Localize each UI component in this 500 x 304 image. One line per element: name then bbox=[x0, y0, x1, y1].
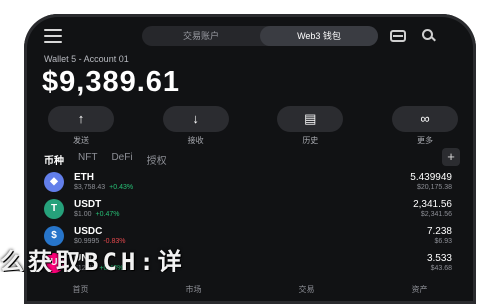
history-button[interactable]: ▤ 历史 bbox=[277, 106, 344, 146]
asset-symbol: ETH bbox=[74, 172, 94, 183]
asset-price: $3,758.43 bbox=[74, 184, 106, 191]
history-icon: ▤ bbox=[277, 106, 344, 132]
tab-web3-wallet[interactable]: Web3 钱包 bbox=[260, 26, 378, 46]
asset-tabs: 币种 NFT DeFi 授权 bbox=[44, 152, 167, 167]
tab-trading-account[interactable]: 交易账户 bbox=[142, 26, 260, 46]
arrow-down-icon: ↓ bbox=[162, 106, 229, 132]
nav-home[interactable]: 首页 bbox=[73, 284, 89, 295]
more-icon: ∞ bbox=[391, 106, 458, 132]
tab-nft[interactable]: NFT bbox=[78, 152, 97, 167]
arrow-up-icon: ↑ bbox=[48, 106, 114, 132]
list-item[interactable]: T USDT $1.00 +0.47% 2,341.56 $2,341.56 bbox=[24, 197, 476, 223]
nav-trade[interactable]: 交易 bbox=[299, 284, 315, 295]
history-label: 历史 bbox=[302, 136, 319, 145]
asset-amount: 7.238 bbox=[426, 226, 452, 237]
asset-symbol: USDT bbox=[74, 199, 102, 210]
eth-coin-icon: ◆ bbox=[44, 172, 64, 192]
asset-price: $1.00 bbox=[74, 211, 92, 218]
asset-amount: 5.439949 bbox=[410, 172, 452, 183]
more-label: 更多 bbox=[416, 136, 433, 145]
asset-usd-value: $2,341.56 bbox=[420, 211, 452, 218]
asset-change: +0.43% bbox=[109, 184, 134, 191]
total-balance: $9,389.61 bbox=[42, 66, 181, 98]
asset-symbol: USDC bbox=[74, 226, 103, 237]
tab-approvals[interactable]: 授权 bbox=[147, 152, 167, 167]
send-label: 发送 bbox=[73, 136, 89, 145]
asset-price-line: $1.00 +0.47% bbox=[74, 211, 119, 218]
send-button[interactable]: ↑ 发送 bbox=[48, 106, 114, 146]
tab-defi[interactable]: DeFi bbox=[111, 152, 132, 167]
menu-icon[interactable] bbox=[44, 29, 62, 43]
tab-tokens[interactable]: 币种 bbox=[44, 152, 64, 167]
top-bar: 交易账户 Web3 钱包 bbox=[24, 26, 476, 48]
list-item[interactable]: ◆ ETH $3,758.43 +0.43% 5.439949 $20,175.3… bbox=[24, 170, 476, 196]
account-type-switch: 交易账户 Web3 钱包 bbox=[142, 26, 378, 46]
wallet-selector[interactable]: Wallet 5 - Account 01 bbox=[44, 54, 129, 64]
scan-icon[interactable] bbox=[390, 28, 408, 44]
nav-market[interactable]: 市场 bbox=[186, 284, 202, 295]
search-icon[interactable] bbox=[420, 28, 438, 44]
caption-overlay: 么获取BCH:详 bbox=[0, 248, 186, 272]
action-bar: ↑ 发送 ↓ 接收 ▤ 历史 ∞ 更多 bbox=[48, 106, 458, 146]
asset-price-line: $3,758.43 +0.43% bbox=[74, 184, 133, 191]
receive-button[interactable]: ↓ 接收 bbox=[162, 106, 229, 146]
usdt-coin-icon: T bbox=[44, 199, 64, 219]
add-token-icon[interactable]: + bbox=[442, 148, 460, 166]
asset-usd-value: $20,175.38 bbox=[416, 184, 452, 191]
receive-label: 接收 bbox=[187, 136, 204, 145]
bottom-nav: 首页 市场 交易 资产 bbox=[24, 284, 476, 295]
asset-change: +0.47% bbox=[95, 211, 120, 218]
more-button[interactable]: ∞ 更多 bbox=[391, 106, 458, 146]
nav-assets[interactable]: 资产 bbox=[412, 284, 428, 295]
asset-amount: 2,341.56 bbox=[413, 199, 452, 210]
